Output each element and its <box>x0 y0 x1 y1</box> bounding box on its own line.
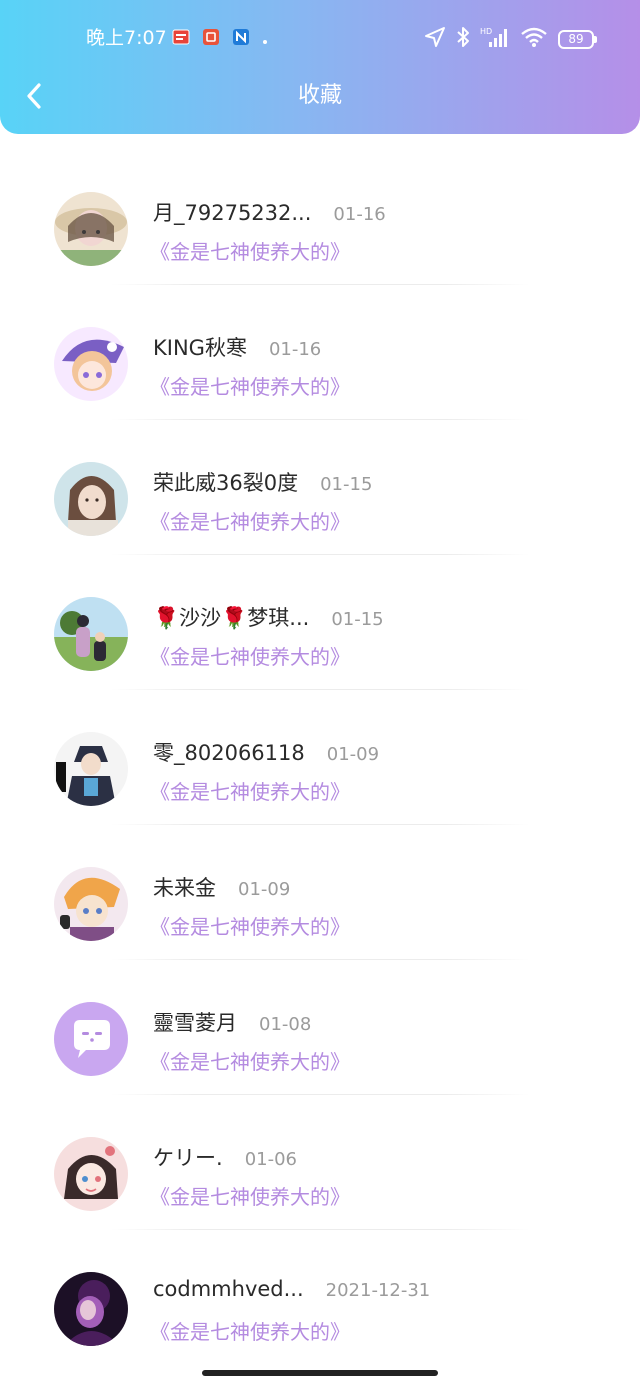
list-item[interactable]: KING秋寒 01-16 《金是七神使养大的》 <box>0 285 640 420</box>
item-date: 01-16 <box>333 204 386 225</box>
status-bar: 晚上7:07 HD 89 <box>0 0 640 70</box>
status-time: 晚上7:07 <box>86 27 167 49</box>
book-title-link[interactable]: 《金是七神使养大的》 <box>150 1181 350 1210</box>
avatar <box>54 597 128 671</box>
book-title-link[interactable]: 《金是七神使养大的》 <box>150 236 350 265</box>
book-title-link[interactable]: 《金是七神使养大的》 <box>150 371 350 400</box>
avatar <box>54 462 128 536</box>
item-header: KING秋寒 01-16 <box>153 332 321 362</box>
favorites-list: 月_79275232... 01-16 《金是七神使养大的》 KING秋寒 01… <box>0 150 640 1365</box>
notification-icons <box>172 28 280 50</box>
item-date: 2021-12-31 <box>325 1280 431 1301</box>
item-date: 01-16 <box>268 339 322 360</box>
item-date: 01-09 <box>326 744 380 765</box>
user-name: 月_79275232... <box>153 201 312 225</box>
item-date: 01-08 <box>259 1014 312 1035</box>
item-header: codmmhved... 2021-12-31 <box>153 1277 430 1301</box>
item-header: 零_802066118 01-09 <box>153 737 379 767</box>
avatar <box>54 867 128 941</box>
book-title-link[interactable]: 《金是七神使养大的》 <box>150 1316 350 1345</box>
user-name: codmmhved... <box>153 1277 304 1301</box>
list-item[interactable]: codmmhved... 2021-12-31 《金是七神使养大的》 <box>0 1230 640 1365</box>
avatar <box>54 1137 128 1211</box>
status-right: HD 89 <box>424 26 597 52</box>
book-title-link[interactable]: 《金是七神使养大的》 <box>150 506 350 535</box>
svg-text:HD: HD <box>480 27 492 36</box>
book-title-link[interactable]: 《金是七神使养大的》 <box>150 1046 350 1075</box>
user-name: 🌹沙沙🌹梦琪... <box>153 606 310 630</box>
item-header: ケリー. 01-06 <box>153 1142 297 1172</box>
home-indicator[interactable] <box>202 1370 438 1376</box>
page-title: 收藏 <box>297 83 342 108</box>
avatar <box>54 327 128 401</box>
user-name: 荣此威36裂0度 <box>153 471 299 495</box>
user-name: ケリー. <box>153 1146 223 1170</box>
bluetooth-icon <box>456 26 470 52</box>
book-title-link[interactable]: 《金是七神使养大的》 <box>150 911 350 940</box>
user-name: 未来金 <box>153 876 216 900</box>
user-name: 零_802066118 <box>153 741 305 765</box>
user-name: 靈雪菱月 <box>153 1011 237 1035</box>
item-header: 🌹沙沙🌹梦琪... 01-15 <box>153 602 384 632</box>
item-date: 01-06 <box>244 1149 297 1170</box>
top-header: 晚上7:07 HD 89 收藏 <box>0 0 640 134</box>
item-header: 月_79275232... 01-16 <box>153 197 386 227</box>
item-date: 01-15 <box>331 609 384 630</box>
list-item[interactable]: 荣此威36裂0度 01-15 《金是七神使养大的》 <box>0 420 640 555</box>
chevron-left-icon <box>27 83 41 109</box>
n-app-icon <box>232 28 250 50</box>
battery-icon: 89 <box>558 29 597 49</box>
user-name: KING秋寒 <box>153 336 247 360</box>
item-header: 靈雪菱月 01-08 <box>153 1007 311 1037</box>
book-title-link[interactable]: 《金是七神使养大的》 <box>150 776 350 805</box>
location-icon <box>424 26 446 52</box>
list-item[interactable]: ケリー. 01-06 《金是七神使养大的》 <box>0 1095 640 1230</box>
book-title-link[interactable]: 《金是七神使养大的》 <box>150 641 350 670</box>
avatar <box>54 1272 128 1346</box>
dot-icon <box>262 30 268 49</box>
wifi-icon <box>520 26 548 52</box>
back-button[interactable] <box>18 80 50 112</box>
avatar <box>54 732 128 806</box>
news-app-icon <box>172 29 190 49</box>
avatar <box>54 1002 128 1076</box>
list-item[interactable]: 零_802066118 01-09 《金是七神使养大的》 <box>0 690 640 825</box>
battery-level: 89 <box>568 31 584 46</box>
list-item[interactable]: 靈雪菱月 01-08 《金是七神使养大的》 <box>0 960 640 1095</box>
list-item[interactable]: 月_79275232... 01-16 《金是七神使养大的》 <box>0 150 640 285</box>
item-date: 01-15 <box>320 474 373 495</box>
avatar <box>54 192 128 266</box>
list-item[interactable]: 未来金 01-09 《金是七神使养大的》 <box>0 825 640 960</box>
item-header: 未来金 01-09 <box>153 872 290 902</box>
list-item[interactable]: 🌹沙沙🌹梦琪... 01-15 《金是七神使养大的》 <box>0 555 640 690</box>
shopping-app-icon <box>202 28 220 50</box>
signal-icon: HD <box>480 26 510 52</box>
item-header: 荣此威36裂0度 01-15 <box>153 467 372 497</box>
item-date: 01-09 <box>238 879 291 900</box>
